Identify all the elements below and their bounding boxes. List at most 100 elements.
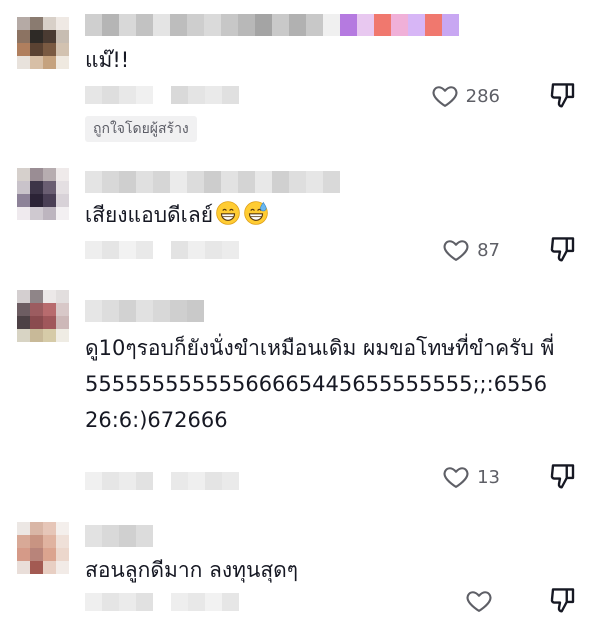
- avatar-pixel: [30, 561, 43, 574]
- avatar-pixel: [30, 522, 43, 535]
- username-pixel: [119, 525, 136, 547]
- avatar-pixel: [56, 548, 69, 561]
- username-pixel: [221, 171, 238, 193]
- avatar-pixel: [56, 43, 69, 56]
- username-pixel: [204, 14, 221, 36]
- avatar-pixel: [43, 290, 56, 303]
- username-pixel: [136, 300, 153, 322]
- like-button[interactable]: 13: [441, 463, 500, 491]
- avatar-pixel: [17, 535, 30, 548]
- avatar-pixel: [56, 290, 69, 303]
- avatar-pixel: [56, 207, 69, 220]
- username-pixel: [255, 171, 272, 193]
- avatar-pixel: [30, 56, 43, 69]
- heart-icon: [432, 86, 458, 107]
- avatar-pixel: [30, 194, 43, 207]
- dislike-icon[interactable]: [548, 461, 578, 491]
- username-pixel: [85, 300, 102, 322]
- timestamp-pixel: [85, 241, 102, 259]
- username-pixel: [102, 300, 119, 322]
- username-pixel: [153, 300, 170, 322]
- username[interactable]: [85, 14, 459, 36]
- username-pixel: [85, 171, 102, 193]
- reply-pixel: [222, 241, 239, 259]
- avatar-pixel: [56, 168, 69, 181]
- avatar[interactable]: [17, 168, 69, 220]
- heart-icon: [443, 240, 469, 261]
- username[interactable]: [85, 300, 204, 322]
- avatar-pixel: [56, 30, 69, 43]
- avatar-pixel: [56, 316, 69, 329]
- avatar-pixel: [17, 181, 30, 194]
- reply-pixel: [188, 86, 205, 104]
- username-pixel: [102, 171, 119, 193]
- reply-pixel: [171, 472, 188, 490]
- username-pixel: [102, 525, 119, 547]
- avatar-pixel: [30, 548, 43, 561]
- avatar-pixel: [43, 329, 56, 342]
- reply-pixel: [171, 593, 188, 611]
- avatar-pixel: [30, 316, 43, 329]
- dislike-icon[interactable]: [548, 80, 578, 110]
- like-button[interactable]: 286: [430, 82, 500, 110]
- timestamp-pixel: [119, 593, 136, 611]
- meta-gap: [153, 593, 171, 611]
- avatar-pixel: [30, 43, 43, 56]
- username-pixel: [85, 525, 102, 547]
- username[interactable]: [85, 171, 340, 193]
- username-pixel: [187, 300, 204, 322]
- username-pixel: [136, 525, 153, 547]
- comment-meta: [85, 593, 239, 611]
- timestamp-pixel: [119, 241, 136, 259]
- like-button[interactable]: [464, 587, 500, 615]
- avatar-pixel: [30, 17, 43, 30]
- username-pixel: [272, 171, 289, 193]
- avatar-pixel: [43, 43, 56, 56]
- avatar[interactable]: [17, 17, 69, 69]
- dislike-icon[interactable]: [548, 585, 578, 615]
- username-pixel: [170, 300, 187, 322]
- reply-pixel: [171, 86, 188, 104]
- avatar-pixel: [30, 207, 43, 220]
- comment-meta: [85, 241, 239, 259]
- avatar-pixel: [43, 561, 56, 574]
- username-pixel: [221, 14, 238, 36]
- like-count: 87: [477, 239, 500, 261]
- avatar-pixel: [17, 207, 30, 220]
- reply-pixel: [171, 241, 188, 259]
- username-pixel: [119, 300, 136, 322]
- username-pixel: [238, 14, 255, 36]
- avatar-pixel: [43, 303, 56, 316]
- timestamp-pixel: [85, 472, 102, 490]
- username-pixel: [136, 171, 153, 193]
- avatar-pixel: [17, 168, 30, 181]
- avatar-pixel: [17, 194, 30, 207]
- timestamp-pixel: [102, 86, 119, 104]
- avatar-pixel: [56, 522, 69, 535]
- username-pixel: [425, 14, 442, 36]
- dislike-icon[interactable]: [548, 234, 578, 264]
- username-pixel: [374, 14, 391, 36]
- like-button[interactable]: 87: [441, 236, 500, 264]
- username-pixel: [153, 14, 170, 36]
- comment-text: แม๊!!: [85, 48, 130, 72]
- username-pixel: [170, 14, 187, 36]
- avatar-pixel: [43, 30, 56, 43]
- like-count: 286: [465, 85, 500, 107]
- avatar-pixel: [43, 207, 56, 220]
- avatar[interactable]: [17, 522, 69, 574]
- avatar-pixel: [56, 303, 69, 316]
- avatar[interactable]: [17, 290, 69, 342]
- username-pixel: [289, 14, 306, 36]
- timestamp-pixel: [136, 86, 153, 104]
- avatar-pixel: [30, 303, 43, 316]
- avatar-pixel: [56, 561, 69, 574]
- avatar-pixel: [43, 522, 56, 535]
- timestamp-pixel: [102, 472, 119, 490]
- avatar-pixel: [17, 303, 30, 316]
- username[interactable]: [85, 525, 153, 547]
- username-pixel: [153, 171, 170, 193]
- username-pixel: [323, 171, 340, 193]
- username-pixel: [136, 14, 153, 36]
- avatar-pixel: [17, 548, 30, 561]
